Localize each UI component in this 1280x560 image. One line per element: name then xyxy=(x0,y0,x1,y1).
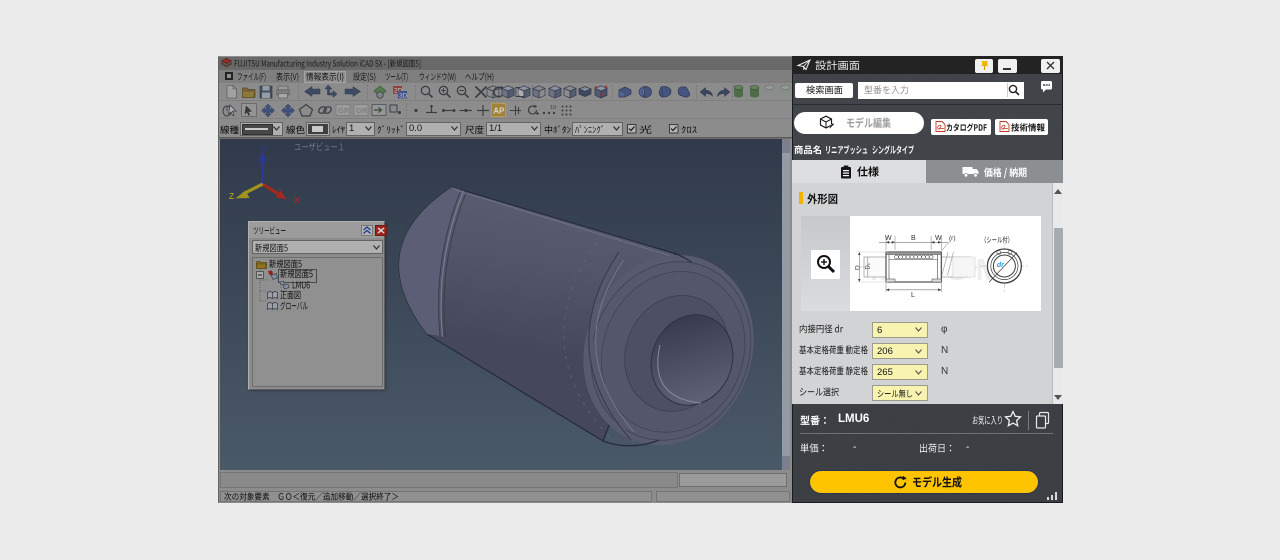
svg-text:W: W xyxy=(885,235,892,242)
svg-text:D: D xyxy=(855,265,862,270)
svg-text:W: W xyxy=(935,235,942,242)
svg-text:B: B xyxy=(911,235,916,242)
svg-text:L: L xyxy=(911,292,915,299)
svg-text:D₁: D₁ xyxy=(866,263,872,269)
